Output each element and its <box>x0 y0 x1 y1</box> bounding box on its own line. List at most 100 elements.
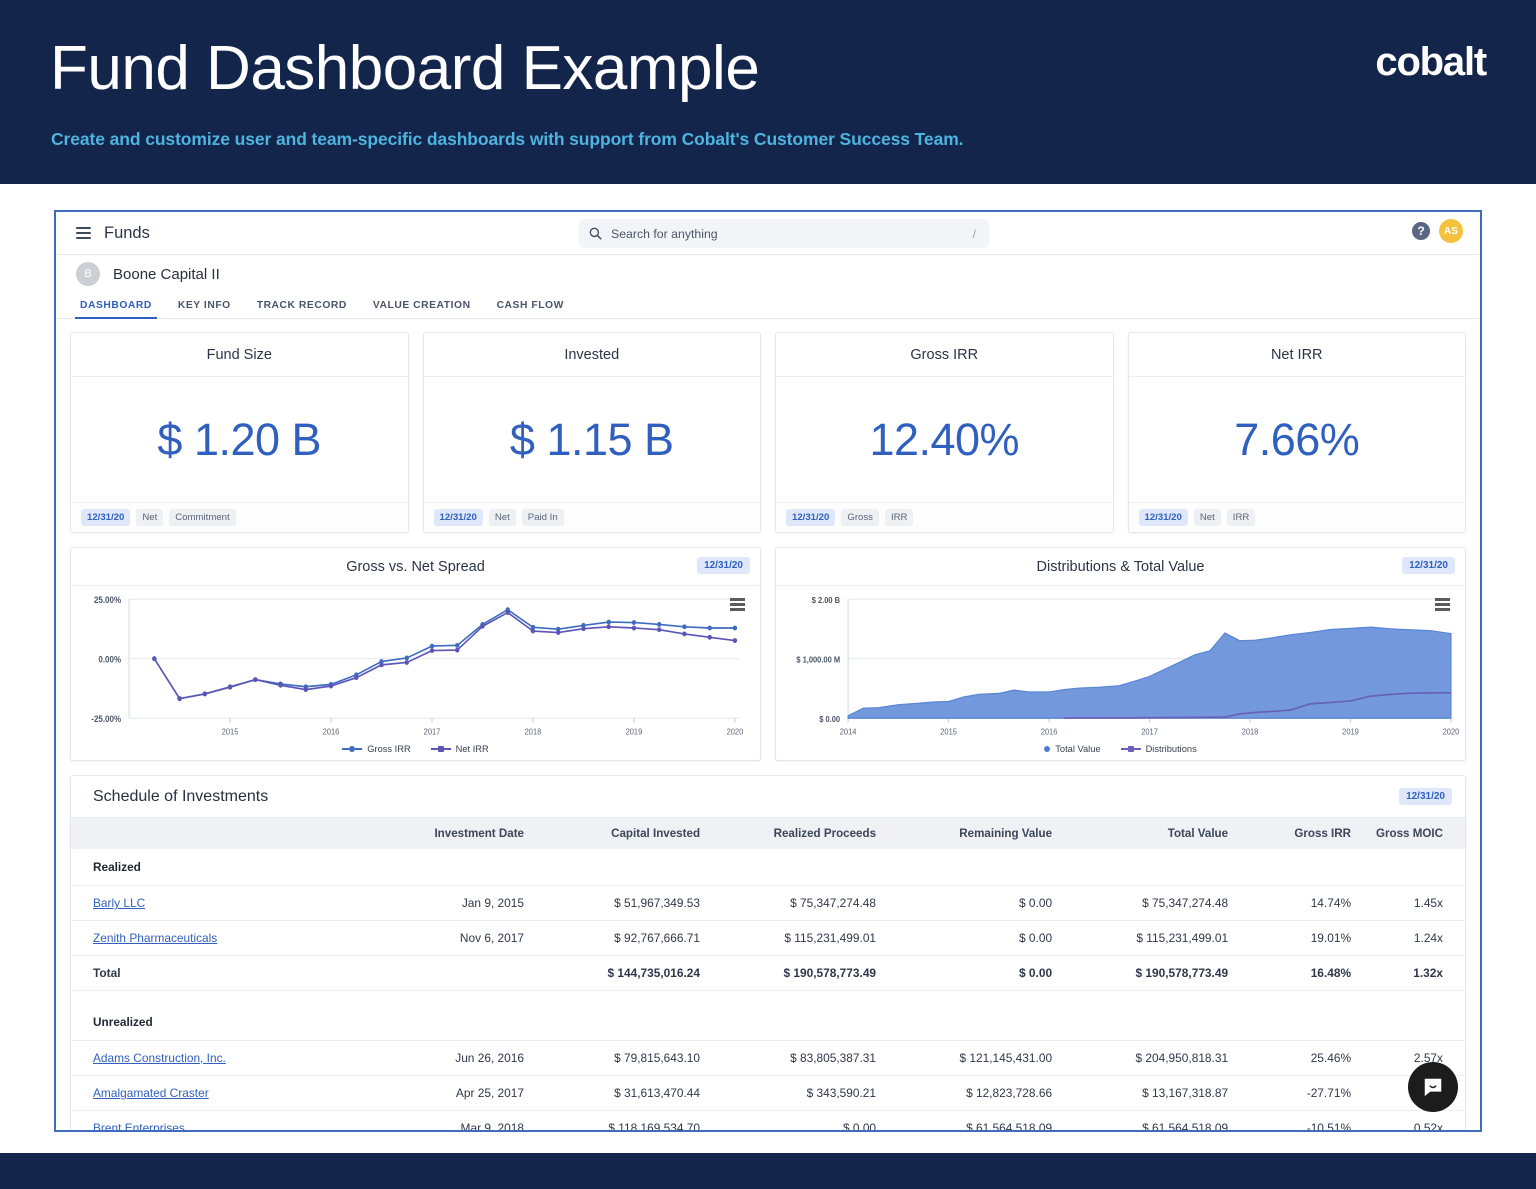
cell-realized: $ 75,347,274.48 <box>700 886 876 921</box>
schedule-of-investments-panel: Schedule of Investments 12/31/20 Investm… <box>70 775 1466 1132</box>
chart-plot-area: 25.00%0.00%-25.00%2015201620172018201920… <box>71 586 760 760</box>
cell-irr: 14.74% <box>1228 886 1351 921</box>
cell-remaining: $ 121,145,431.00 <box>876 1041 1052 1076</box>
cell-realized: $ 190,578,773.49 <box>700 956 876 991</box>
col-remaining-value: Remaining Value <box>876 818 1052 849</box>
kpi-value: 7.66% <box>1129 377 1466 502</box>
app-window: Funds Search for anything / ? AS B Boone… <box>54 210 1482 1132</box>
kpi-card-net-irr[interactable]: Net IRR 7.66% 12/31/20 Net IRR <box>1128 332 1467 533</box>
app-topbar: Funds Search for anything / ? AS <box>56 212 1480 255</box>
cell-date: Jan 9, 2015 <box>356 886 524 921</box>
cell-total: $ 61,564,518.09 <box>1052 1111 1228 1133</box>
kpi-card-fund-size[interactable]: Fund Size $ 1.20 B 12/31/20 Net Commitme… <box>70 332 409 533</box>
hamburger-icon[interactable] <box>76 227 91 239</box>
kpi-title: Gross IRR <box>776 333 1113 377</box>
page-title: Fund Dashboard Example <box>50 36 759 101</box>
legend-label: Net IRR <box>456 744 489 754</box>
investment-link[interactable]: Amalgamated Craster <box>93 1086 209 1100</box>
tab-track-record[interactable]: TRACK RECORD <box>244 300 360 318</box>
cell-remaining: $ 0.00 <box>876 921 1052 956</box>
cell-realized: $ 115,231,499.01 <box>700 921 876 956</box>
chart-panel-distributions-total-value: Distributions & Total Value 12/31/20 $ 2… <box>775 547 1466 761</box>
table-row[interactable]: Adams Construction, Inc. Jun 26, 2016 $ … <box>71 1041 1465 1076</box>
chart-menu-icon[interactable] <box>1435 598 1450 611</box>
legend-marker-icon <box>1121 746 1141 752</box>
svg-text:25.00%: 25.00% <box>94 595 122 605</box>
legend-item-distributions[interactable]: Distributions <box>1121 744 1197 754</box>
table-header-row: Investment Date Capital Invested Realize… <box>71 818 1465 849</box>
legend-label: Distributions <box>1146 744 1197 754</box>
cell-capital: $ 144,735,016.24 <box>524 956 700 991</box>
investment-link[interactable]: Barly LLC <box>93 896 145 910</box>
kpi-tag: IRR <box>1227 509 1256 526</box>
line-chart-svg: 25.00%0.00%-25.00%2015201620172018201920… <box>71 586 760 760</box>
svg-text:$ 1,000.00 M: $ 1,000.00 M <box>796 655 840 664</box>
kpi-title: Net IRR <box>1129 333 1466 377</box>
chat-bubble-icon <box>1422 1076 1444 1098</box>
cell-total: $ 190,578,773.49 <box>1052 956 1228 991</box>
cell-remaining: $ 12,823,728.66 <box>876 1076 1052 1111</box>
col-gross-irr: Gross IRR <box>1228 818 1351 849</box>
schedule-title: Schedule of Investments <box>93 788 268 806</box>
search-input[interactable]: Search for anything / <box>579 219 989 248</box>
cell-capital: $ 118,169,534.70 <box>524 1111 700 1133</box>
chart-header: Gross vs. Net Spread 12/31/20 <box>71 548 760 586</box>
legend-label: Gross IRR <box>367 744 410 754</box>
cell-capital: $ 92,767,666.71 <box>524 921 700 956</box>
investment-link[interactable]: Brent Enterprises <box>93 1121 185 1132</box>
svg-text:2015: 2015 <box>940 727 957 736</box>
chart-date-chip: 12/31/20 <box>697 557 750 574</box>
group-header-unrealized: Unrealized <box>71 991 1465 1041</box>
group-header-realized: Realized <box>71 849 1465 886</box>
tab-bar: DASHBOARD KEY INFO TRACK RECORD VALUE CR… <box>56 293 1480 319</box>
table-row[interactable]: Brent Enterprises Mar 9, 2018 $ 118,169,… <box>71 1111 1465 1133</box>
tab-value-creation[interactable]: VALUE CREATION <box>360 300 484 318</box>
investment-link[interactable]: Adams Construction, Inc. <box>93 1051 226 1065</box>
kpi-tag: Net <box>1194 509 1221 526</box>
schedule-header: Schedule of Investments 12/31/20 <box>71 776 1465 818</box>
cell-capital: $ 51,967,349.53 <box>524 886 700 921</box>
kpi-tag: IRR <box>885 509 914 526</box>
help-icon[interactable]: ? <box>1412 222 1430 240</box>
table-row[interactable]: Barly LLC Jan 9, 2015 $ 51,967,349.53 $ … <box>71 886 1465 921</box>
chat-widget-button[interactable] <box>1408 1062 1458 1112</box>
chart-menu-icon[interactable] <box>730 598 745 611</box>
cell-remaining: $ 0.00 <box>876 886 1052 921</box>
tab-dashboard[interactable]: DASHBOARD <box>67 300 165 318</box>
table-row[interactable]: Amalgamated Craster Apr 25, 2017 $ 31,61… <box>71 1076 1465 1111</box>
svg-text:2016: 2016 <box>323 727 340 736</box>
kpi-card-invested[interactable]: Invested $ 1.15 B 12/31/20 Net Paid In <box>423 332 762 533</box>
table-row[interactable]: Zenith Pharmaceuticals Nov 6, 2017 $ 92,… <box>71 921 1465 956</box>
tab-cash-flow[interactable]: CASH FLOW <box>484 300 577 318</box>
svg-text:2017: 2017 <box>1141 727 1158 736</box>
tab-key-info[interactable]: KEY INFO <box>165 300 244 318</box>
legend-item-net-irr[interactable]: Net IRR <box>431 744 489 754</box>
group-label: Unrealized <box>71 991 356 1041</box>
legend-marker-icon <box>342 746 362 752</box>
cell-irr: -27.71% <box>1228 1076 1351 1111</box>
kpi-card-gross-irr[interactable]: Gross IRR 12.40% 12/31/20 Gross IRR <box>775 332 1114 533</box>
entity-name: Boone Capital II <box>113 266 220 283</box>
kpi-tag: Gross <box>841 509 879 526</box>
kpi-row: Fund Size $ 1.20 B 12/31/20 Net Commitme… <box>70 332 1466 533</box>
chart-title: Gross vs. Net Spread <box>346 559 485 575</box>
col-total-value: Total Value <box>1052 818 1228 849</box>
investment-link[interactable]: Zenith Pharmaceuticals <box>93 931 217 945</box>
charts-row: Gross vs. Net Spread 12/31/20 25.00%0.00… <box>70 547 1466 761</box>
legend-item-total-value[interactable]: Total Value <box>1044 744 1100 754</box>
cell-moic: 0.52x <box>1351 1111 1465 1133</box>
search-placeholder: Search for anything <box>611 227 718 241</box>
chart-legend: Total Value Distributions <box>776 744 1465 754</box>
cell-total: $ 204,950,818.31 <box>1052 1041 1228 1076</box>
legend-item-gross-irr[interactable]: Gross IRR <box>342 744 410 754</box>
avatar[interactable]: AS <box>1439 219 1463 243</box>
cell-irr: -10.51% <box>1228 1111 1351 1133</box>
footer-bar <box>0 1153 1536 1189</box>
cell-capital: $ 31,613,470.44 <box>524 1076 700 1111</box>
col-gross-moic: Gross MOIC <box>1351 818 1465 849</box>
group-label: Realized <box>71 849 356 886</box>
svg-text:-25.00%: -25.00% <box>91 714 121 724</box>
cell-remaining: $ 0.00 <box>876 956 1052 991</box>
topbar-title: Funds <box>104 224 150 243</box>
dashboard-body: Fund Size $ 1.20 B 12/31/20 Net Commitme… <box>56 319 1480 1132</box>
